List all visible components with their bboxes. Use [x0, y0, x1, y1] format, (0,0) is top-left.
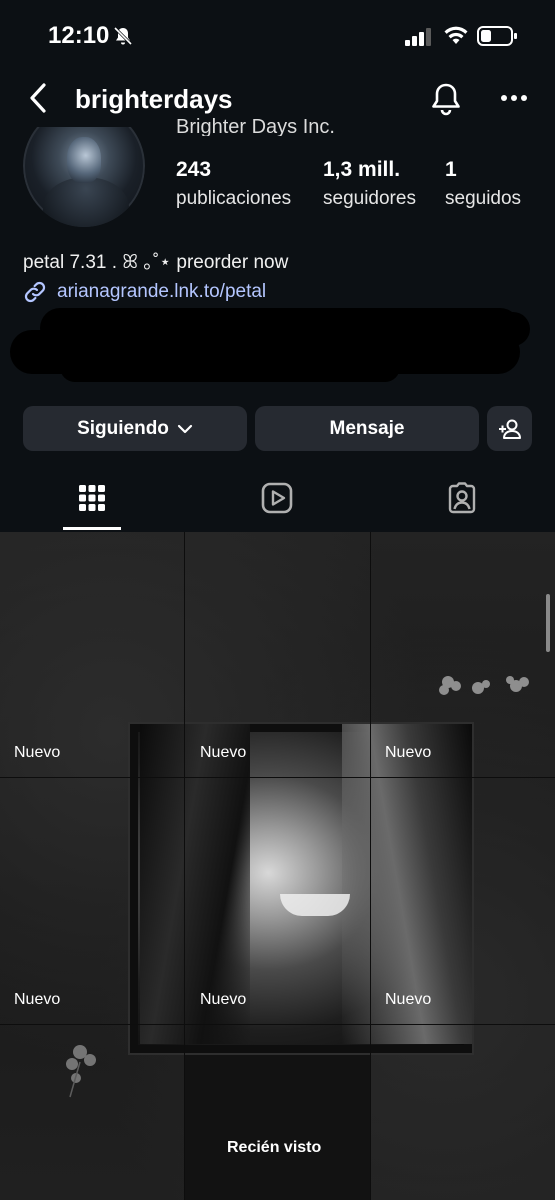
new-badge: Nuevo: [14, 744, 61, 761]
signal-icon: [405, 28, 431, 46]
flower-decoration: [66, 1045, 96, 1098]
grid-divider: [0, 777, 555, 778]
stat-posts[interactable]: 243 publicaciones: [176, 158, 291, 210]
link-icon: [24, 281, 46, 303]
stat-label: seguidos: [445, 188, 522, 209]
stat-followers[interactable]: 1,3 mill. seguidores: [323, 158, 416, 210]
recently-viewed-label: Recién visto: [227, 1139, 322, 1156]
display-name: Brighter Days Inc.: [176, 118, 335, 136]
profile-link[interactable]: arianagrande.lnk.to/petal: [23, 279, 266, 305]
bell-icon[interactable]: [430, 82, 462, 116]
bell-slash-icon: [113, 26, 133, 46]
new-badge: Nuevo: [385, 744, 432, 761]
flower-decoration: [439, 676, 529, 695]
profile-username: brighterdays: [75, 84, 233, 114]
active-tab-indicator: [63, 527, 121, 530]
stat-value: 1: [445, 158, 457, 181]
stat-value: 243: [176, 158, 212, 181]
stat-following[interactable]: 1 seguidos: [445, 158, 521, 210]
new-badge: Nuevo: [200, 744, 247, 761]
stat-value: 1,3 mill.: [323, 158, 401, 181]
message-button[interactable]: Mensaje: [255, 406, 479, 451]
recent-tile[interactable]: [185, 1055, 370, 1200]
suggested-users-button[interactable]: [487, 406, 532, 451]
wifi-icon: [444, 26, 468, 44]
tab-reels-icon[interactable]: [259, 480, 295, 516]
battery-icon: [477, 26, 517, 46]
tab-tagged-icon[interactable]: [444, 480, 480, 516]
profile-tabs: [0, 470, 555, 532]
new-badge: Nuevo: [14, 991, 61, 1008]
posts-grid: Nuevo Nuevo Nuevo Nuevo Nuevo Nuevo Reci…: [0, 532, 555, 1200]
message-label: Mensaje: [329, 417, 405, 439]
following-label: Siguiendo: [77, 417, 169, 439]
stat-label: publicaciones: [176, 188, 292, 209]
grid-divider: [370, 532, 371, 1200]
scrollbar[interactable]: [546, 594, 550, 652]
add-person-icon: [498, 419, 521, 439]
avatar[interactable]: [23, 127, 145, 227]
profile-link-text: arianagrande.lnk.to/petal: [57, 281, 267, 302]
profile-bio: petal 7.31 . ꕤ ｡˚⋆ preorder now: [23, 252, 289, 273]
grid-divider: [184, 532, 185, 1200]
grid-divider: [0, 1024, 555, 1025]
new-badge: Nuevo: [385, 991, 432, 1008]
back-icon[interactable]: [24, 80, 54, 116]
new-badge: Nuevo: [200, 991, 247, 1008]
status-bar: 12:10: [0, 0, 555, 70]
stat-label: seguidores: [323, 188, 416, 209]
more-options-icon[interactable]: [498, 88, 530, 108]
following-button[interactable]: Siguiendo: [23, 406, 247, 451]
chevron-down-icon: [177, 424, 193, 433]
tab-posts-grid-icon[interactable]: [74, 480, 110, 516]
status-time: 12:10: [48, 22, 110, 49]
